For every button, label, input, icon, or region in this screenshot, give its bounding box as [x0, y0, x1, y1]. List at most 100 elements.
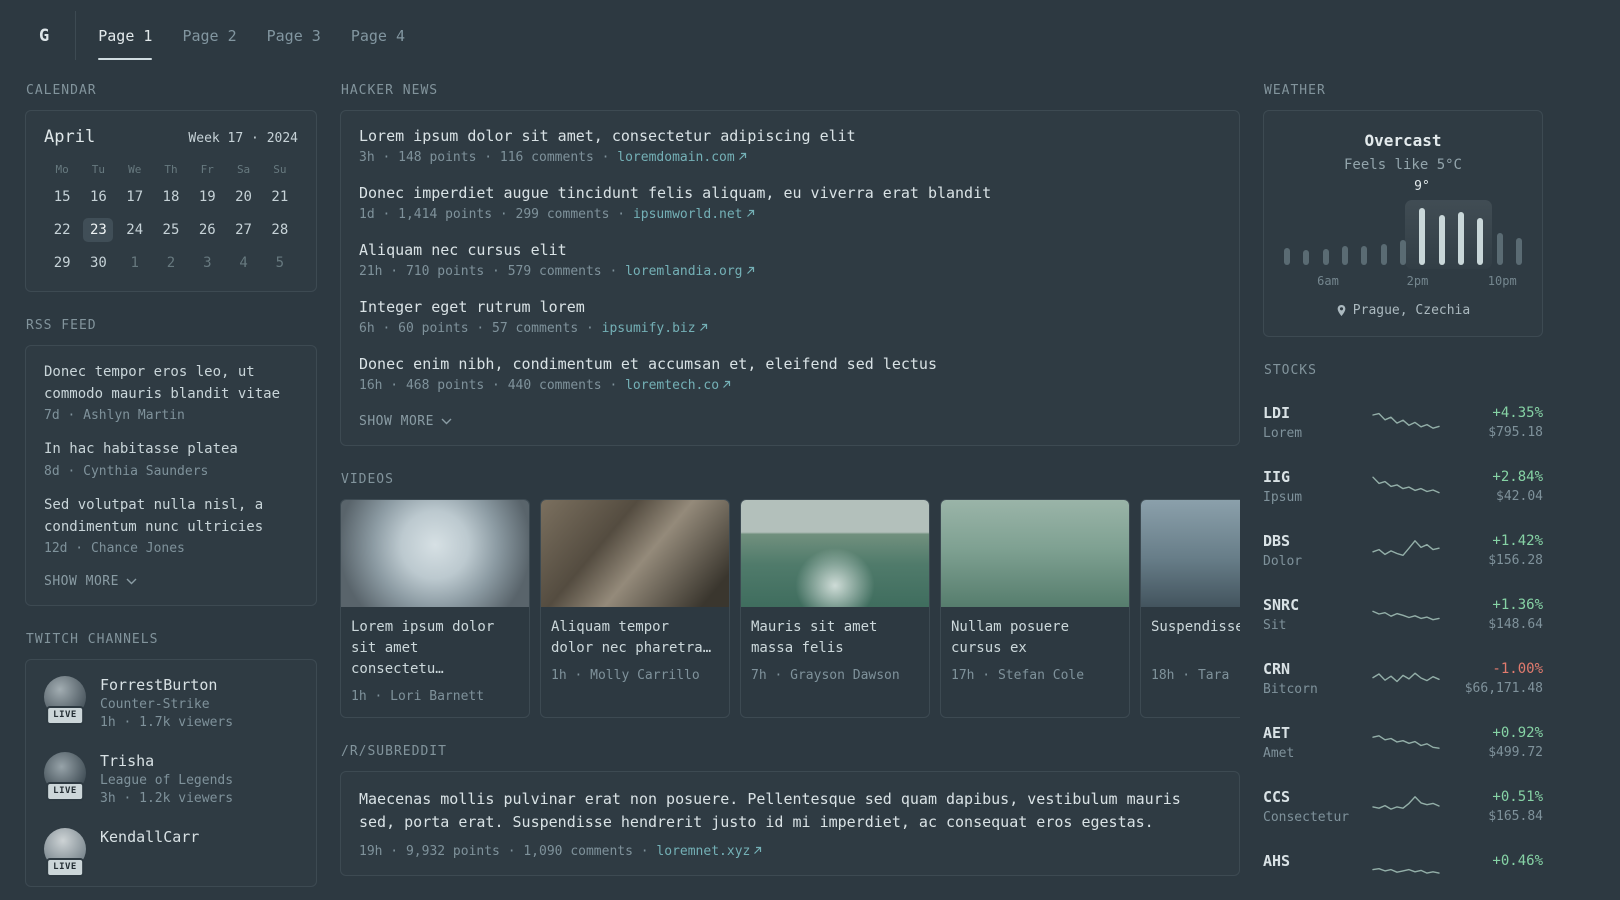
hn-story-title[interactable]: Donec imperdiet augue tincidunt felis al…	[359, 184, 1221, 202]
video-thumbnail	[741, 500, 929, 607]
video-card[interactable]: Suspendisse diam 18h · Tara	[1140, 499, 1240, 718]
weather-time-label: 10pm	[1487, 274, 1517, 288]
tab-page-3[interactable]: Page 3	[267, 11, 321, 60]
video-card[interactable]: Nullam posuere cursus ex 17h · Stefan Co…	[940, 499, 1130, 718]
calendar-day: 16	[89, 189, 107, 205]
twitch-channel-row[interactable]: LIVE ForrestBurton Counter-Strike 1h · 1…	[44, 676, 298, 733]
hn-story-title[interactable]: Aliquam nec cursus elit	[359, 241, 1221, 259]
reddit-post-domain-link[interactable]: loremnet.xyz	[656, 844, 762, 859]
weather-temp-label: 9°	[1414, 179, 1430, 194]
section-title-stocks: STOCKS	[1264, 363, 1317, 378]
calendar-day-next-month: 3	[203, 255, 212, 271]
stock-row[interactable]: IIG Ipsum +2.84% $42.04	[1263, 454, 1543, 518]
rss-show-more-button[interactable]: SHOW MORE	[44, 572, 137, 589]
tab-page-2[interactable]: Page 2	[182, 11, 236, 60]
calendar-day: 17	[126, 189, 144, 205]
stock-price: $795.18	[1488, 424, 1543, 440]
calendar-card: April Week 17 · 2024 Mo Tu We Th Fr Sa S…	[25, 110, 317, 292]
stocks-list: LDI Lorem +4.35% $795.18 IIG Ipsum +2.84…	[1263, 390, 1543, 900]
section-title-videos: VIDEOS	[341, 472, 394, 487]
weather-bar-chart: 9°	[1282, 179, 1524, 269]
video-title[interactable]: Aliquam tempor dolor nec pharetra…	[551, 617, 719, 659]
calendar-day: 29	[53, 255, 71, 271]
dashboard-content: CALENDAR April Week 17 · 2024 Mo Tu We T…	[0, 60, 1620, 900]
video-card[interactable]: Lorem ipsum dolor sit amet consectetu… 1…	[340, 499, 530, 718]
stock-change: +2.84%	[1492, 468, 1543, 485]
calendar-week-label: Week 17 · 2024	[188, 131, 298, 146]
stock-change: +4.35%	[1492, 404, 1543, 421]
twitch-channel-name[interactable]: ForrestBurton	[100, 676, 233, 694]
stock-row[interactable]: LDI Lorem +4.35% $795.18	[1263, 390, 1543, 454]
hn-story-meta: 3h · 148 points · 116 comments · loremdo…	[359, 150, 1221, 165]
weather-bar	[1457, 211, 1464, 265]
rss-item-title[interactable]: Donec tempor eros leo, ut commodo mauris…	[44, 362, 298, 405]
stock-row[interactable]: SNRC Sit +1.36% $148.64	[1263, 582, 1543, 646]
hn-story: Lorem ipsum dolor sit amet, consectetur …	[359, 127, 1221, 165]
stock-sparkline	[1357, 729, 1455, 755]
twitch-channel-name[interactable]: Trisha	[100, 752, 233, 770]
stock-row[interactable]: CRN Bitcorn -1.00% $66,171.48	[1263, 646, 1543, 710]
video-meta: 1h · Lori Barnett	[351, 689, 485, 704]
reddit-post-title[interactable]: Maecenas mollis pulvinar erat non posuer…	[359, 788, 1221, 835]
tab-page-1[interactable]: Page 1	[98, 11, 153, 60]
video-title[interactable]: Lorem ipsum dolor sit amet consectetu…	[351, 617, 519, 680]
calendar-weekday: Su	[273, 163, 287, 176]
hn-story-title[interactable]: Donec enim nibh, condimentum et accumsan…	[359, 355, 1221, 373]
rss-item-title[interactable]: In hac habitasse platea	[44, 439, 298, 461]
video-title[interactable]: Nullam posuere cursus ex	[951, 617, 1119, 659]
twitch-channel-name[interactable]: KendallCarr	[100, 828, 199, 846]
show-more-label: SHOW MORE	[359, 414, 434, 429]
left-column: CALENDAR April Week 17 · 2024 Mo Tu We T…	[25, 83, 317, 900]
calendar-weekday: Sa	[236, 163, 251, 176]
hn-story-stats: 16h · 468 points · 440 comments ·	[359, 378, 626, 393]
external-link-icon	[699, 323, 707, 331]
hn-show-more-button[interactable]: SHOW MORE	[359, 412, 452, 429]
video-thumbnail	[941, 500, 1129, 607]
video-card[interactable]: Mauris sit amet massa felis 7h · Grayson…	[740, 499, 930, 718]
stock-change: +0.46%	[1492, 852, 1543, 869]
hn-story-domain-link[interactable]: loremlandia.org	[625, 264, 754, 279]
rss-item-title[interactable]: Sed volutpat nulla nisl, a condimentum n…	[44, 495, 298, 538]
stock-change: -1.00%	[1492, 660, 1543, 677]
hn-story-meta: 6h · 60 points · 57 comments · ipsumify.…	[359, 321, 1221, 336]
calendar-day: 15	[53, 189, 71, 205]
stock-ticker: CCS	[1263, 787, 1291, 806]
twitch-channel-row[interactable]: LIVE KendallCarr	[44, 828, 298, 878]
twitch-channel-row[interactable]: LIVE Trisha League of Legends 3h · 1.2k …	[44, 752, 298, 809]
hn-story-title[interactable]: Lorem ipsum dolor sit amet, consectetur …	[359, 127, 1221, 145]
stock-row[interactable]: AET Amet +0.92% $499.72	[1263, 710, 1543, 774]
weather-bar	[1303, 250, 1310, 265]
stock-price: $148.64	[1488, 616, 1543, 632]
video-meta: 18h · Tara	[1151, 668, 1230, 683]
subreddit-card: Maecenas mollis pulvinar erat non posuer…	[340, 771, 1240, 876]
hn-story-domain-link[interactable]: loremdomain.com	[617, 150, 746, 165]
stock-row[interactable]: CCS Consectetur +0.51% $165.84	[1263, 774, 1543, 838]
stock-row[interactable]: AHS +0.46%	[1263, 838, 1543, 900]
calendar-day: 19	[198, 189, 216, 205]
weather-widget: WEATHER Overcast Feels like 5°C 9° 6am 2…	[1263, 83, 1543, 337]
stock-sparkline	[1357, 665, 1455, 691]
video-title[interactable]: Suspendisse diam	[1151, 617, 1240, 659]
twitch-channel-viewers: 3h · 1.2k viewers	[100, 791, 234, 807]
hn-story-domain-link[interactable]: ipsumify.biz	[602, 321, 708, 336]
stock-name: Dolor	[1263, 553, 1303, 569]
weather-bar	[1361, 246, 1368, 265]
twitch-channel-category: Counter-Strike	[100, 697, 210, 713]
stock-sparkline	[1357, 793, 1455, 819]
weather-card: Overcast Feels like 5°C 9° 6am 2pm 10pm …	[1263, 110, 1543, 337]
stock-price: $499.72	[1488, 744, 1543, 760]
hn-story-domain-link[interactable]: ipsumworld.net	[633, 207, 755, 222]
weather-time-label: 2pm	[1406, 274, 1429, 288]
video-title[interactable]: Mauris sit amet massa felis	[751, 617, 919, 659]
video-card[interactable]: Aliquam tempor dolor nec pharetra… 1h · …	[540, 499, 730, 718]
twitch-card: LIVE ForrestBurton Counter-Strike 1h · 1…	[25, 659, 317, 888]
hn-story-title[interactable]: Integer eget rutrum lorem	[359, 298, 1221, 316]
twitch-widget: TWITCH CHANNELS LIVE ForrestBurton Count…	[25, 632, 317, 888]
hn-story-domain-link[interactable]: loremtech.co	[625, 378, 731, 393]
calendar-day: 26	[198, 222, 216, 238]
hn-story-stats: 21h · 710 points · 579 comments ·	[359, 264, 626, 279]
stock-row[interactable]: DBS Dolor +1.42% $156.28	[1263, 518, 1543, 582]
tab-page-4[interactable]: Page 4	[351, 11, 405, 60]
calendar-day-next-month: 4	[239, 255, 248, 271]
calendar-day: 21	[271, 189, 289, 205]
